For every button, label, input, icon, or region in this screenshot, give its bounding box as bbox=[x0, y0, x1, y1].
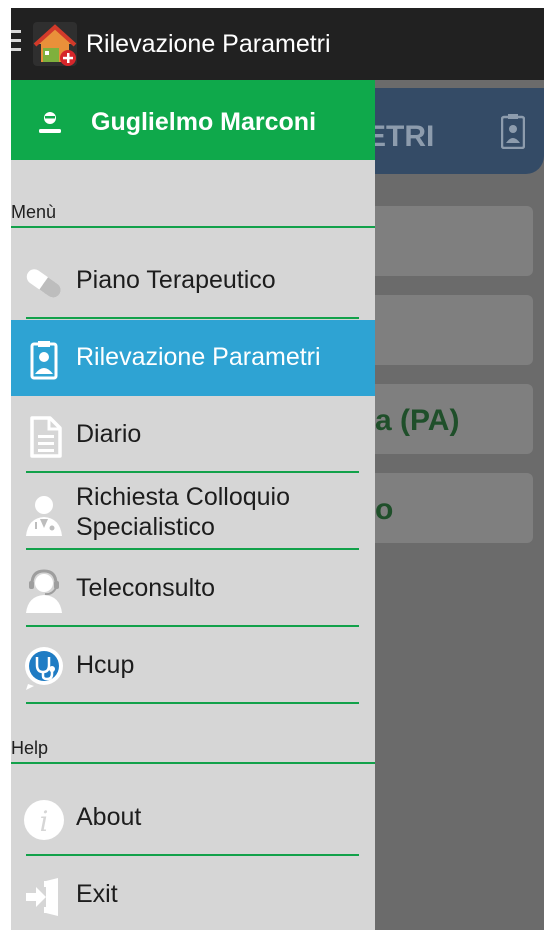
menu-item-label: Teleconsulto bbox=[76, 574, 215, 602]
section-divider bbox=[11, 762, 375, 764]
stethoscope-chat-icon bbox=[25, 647, 63, 690]
menu-item-diario[interactable]: Diario bbox=[11, 397, 375, 473]
item-divider bbox=[26, 548, 359, 550]
clipboard-person-icon bbox=[501, 114, 525, 149]
section-label-help: Help bbox=[11, 738, 49, 758]
item-divider bbox=[26, 625, 359, 627]
menu-item-hcup[interactable]: Hcup bbox=[11, 628, 375, 704]
menu-item-label: Piano Terapeutico bbox=[76, 266, 276, 294]
exit-icon bbox=[26, 878, 58, 916]
menu-item-label-line2: Specialistico bbox=[76, 513, 215, 541]
background-header-text: ETRI bbox=[366, 120, 435, 153]
user-icon bbox=[39, 112, 61, 133]
item-divider bbox=[26, 471, 359, 473]
menu-item-label: About bbox=[76, 803, 142, 831]
svg-text:i: i bbox=[40, 805, 49, 838]
user-name: Guglielmo Marconi bbox=[91, 108, 317, 136]
clipboard-person-icon bbox=[30, 341, 58, 380]
document-icon bbox=[30, 416, 62, 458]
menu-item-teleconsulto[interactable]: Teleconsulto bbox=[11, 551, 375, 627]
item-divider bbox=[26, 702, 359, 704]
menu-item-label: Rilevazione Parametri bbox=[76, 343, 321, 371]
app-title: Rilevazione Parametri bbox=[86, 30, 331, 58]
navigation-drawer: Guglielmo Marconi Menù Piano Terapeutico bbox=[11, 80, 375, 930]
menu-item-richiesta-colloquio[interactable]: Richiesta Colloquio Specialistico bbox=[11, 474, 375, 550]
menu-item-label: Diario bbox=[76, 420, 142, 448]
section-label-menu: Menù bbox=[11, 202, 57, 222]
home-care-logo-icon bbox=[33, 22, 77, 66]
headset-operator-icon bbox=[26, 569, 62, 613]
menu-item-rilevazione-parametri[interactable]: Rilevazione Parametri bbox=[11, 320, 375, 396]
background-card-text: a (PA) bbox=[375, 404, 460, 437]
menu-item-label-line1: Richiesta Colloquio bbox=[76, 483, 291, 511]
hamburger-menu-icon[interactable] bbox=[11, 30, 21, 54]
menu-item-label: Hcup bbox=[76, 651, 135, 679]
screen: ETRI a (PA) o Rilevazione Parametri Gugl… bbox=[11, 8, 544, 930]
menu-item-label: Exit bbox=[76, 880, 118, 908]
drawer-header[interactable]: Guglielmo Marconi bbox=[11, 80, 375, 160]
app-bar: Rilevazione Parametri bbox=[11, 8, 544, 80]
menu-item-exit[interactable]: Exit bbox=[11, 857, 375, 930]
item-divider bbox=[26, 317, 359, 319]
item-divider bbox=[26, 854, 359, 856]
section-divider bbox=[11, 226, 375, 228]
menu-item-piano-terapeutico[interactable]: Piano Terapeutico bbox=[11, 243, 375, 319]
doctor-icon bbox=[26, 496, 62, 536]
pill-icon bbox=[26, 269, 61, 298]
menu-item-about[interactable]: i About bbox=[11, 780, 375, 856]
info-icon: i bbox=[24, 800, 64, 840]
background-card-text: o bbox=[375, 493, 394, 526]
